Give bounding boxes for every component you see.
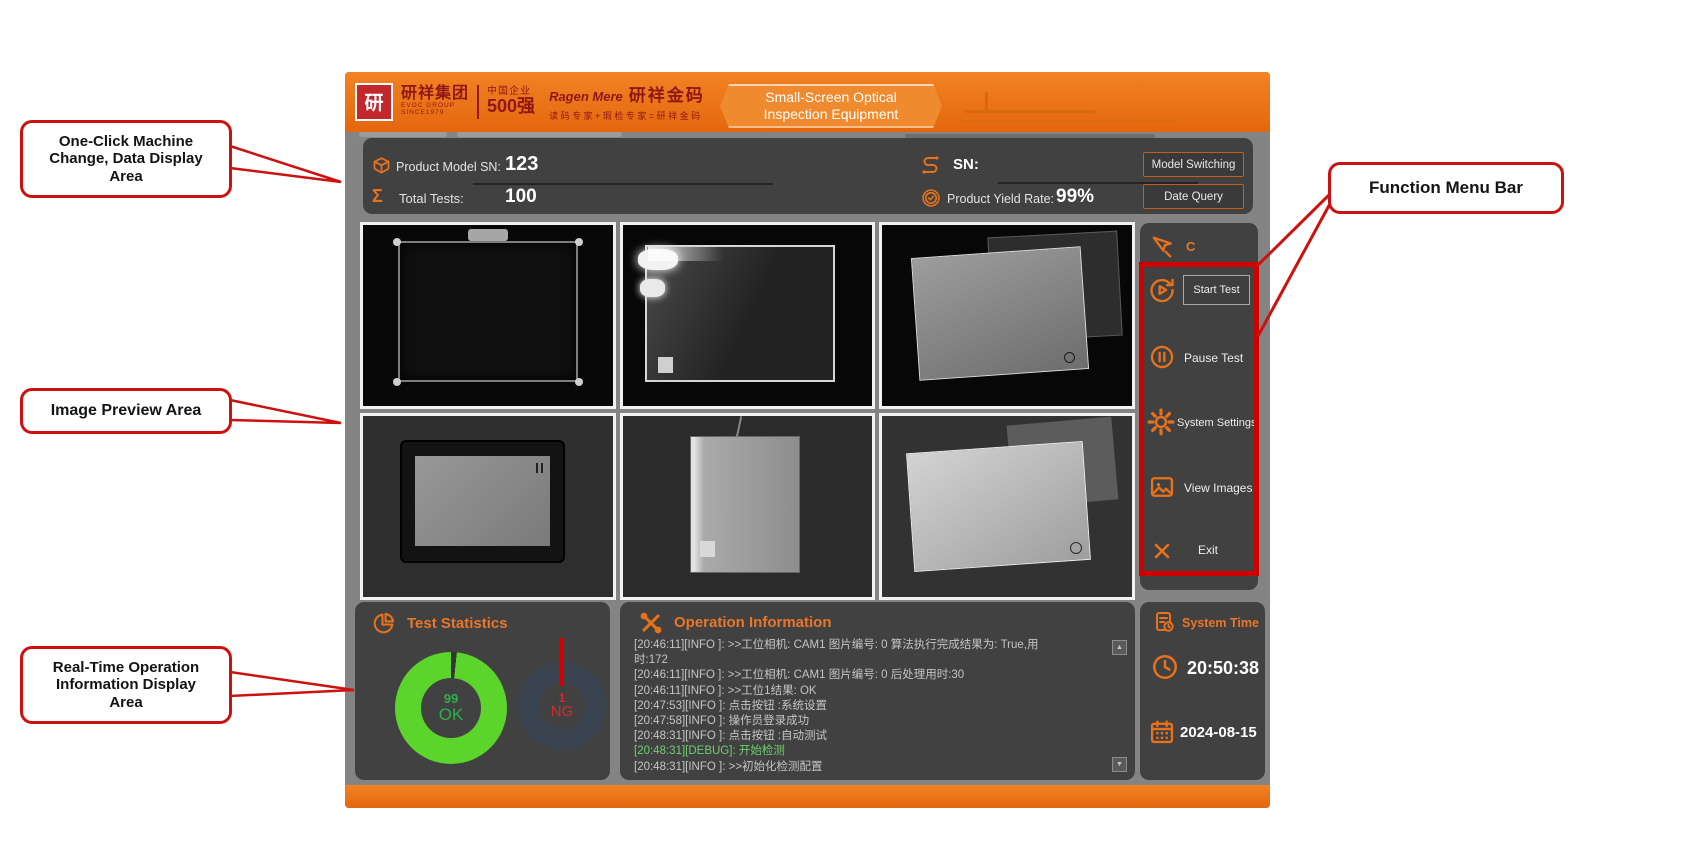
preview-image-1 (360, 222, 616, 409)
tools-icon (638, 610, 664, 636)
ok-count: 99 (444, 692, 458, 706)
ok-donut-chart: 99 OK (395, 652, 507, 764)
callout-text: Information Display (56, 676, 196, 693)
callout-text: Image Preview Area (51, 402, 202, 420)
callout-realtime-info-area: Real-Time Operation Information Display … (20, 646, 232, 724)
system-time-title: System Time (1182, 616, 1259, 630)
logo-mark-icon: 研 (355, 83, 393, 121)
log-line: [20:46:11][INFO ]: >>工位相机: CAM1 图片编号: 0 … (634, 668, 1122, 683)
menu-highlight-rectangle (1139, 262, 1259, 576)
callout-data-display-area: One-Click Machine Change, Data Display A… (20, 120, 232, 198)
pie-icon (371, 611, 396, 636)
preview-image-3 (879, 222, 1135, 409)
underline (473, 183, 773, 185)
product-model-value: 123 (505, 153, 538, 176)
sn-label: SN: (953, 156, 979, 173)
sigma-icon: Σ (372, 186, 383, 207)
model-switching-button[interactable]: Model Switching (1143, 152, 1244, 177)
data-display-panel: Product Model SN: 123 SN: Σ Total Tests:… (363, 138, 1253, 214)
callout-text: Area (109, 694, 142, 711)
clock-icon (1150, 652, 1180, 682)
total-tests-label: Total Tests: (399, 191, 464, 206)
ng-marker (560, 638, 564, 686)
logo-script-text: Ragen Mere (549, 89, 623, 104)
product-model-label: Product Model SN: (396, 160, 501, 174)
log-line: [20:47:58][INFO ]: 操作员登录成功 (634, 714, 1122, 729)
window-title-line1: Small-Screen Optical (765, 89, 897, 106)
current-time: 20:50:38 (1187, 658, 1259, 679)
circuit-decoration (359, 132, 447, 137)
callout-text: One-Click Machine (59, 133, 193, 150)
ok-label: OK (439, 706, 464, 724)
total-tests-value: 100 (505, 186, 537, 208)
callout2-tail (230, 400, 341, 423)
yield-icon (921, 188, 941, 208)
window-title-line2: Inspection Equipment (764, 106, 899, 123)
menu-header-label: C (1186, 239, 1195, 254)
logo-rank: 500强 (487, 97, 535, 116)
circuit-decoration (457, 132, 622, 137)
date-query-button[interactable]: Date Query (1143, 184, 1244, 209)
callout3-tail (230, 672, 354, 696)
preview-image-6 (879, 413, 1135, 600)
operation-information-panel: Operation Information [20:46:11][INFO ]:… (620, 602, 1135, 780)
test-statistics-panel: Test Statistics 99 OK 1 NG (355, 602, 610, 780)
log-line: [20:48:31][INFO ]: >>初始化检测配置 (634, 760, 1122, 775)
callout-image-preview-area: Image Preview Area (20, 388, 232, 434)
logo-group-name: 研祥集团 (401, 86, 469, 103)
package-icon (371, 156, 392, 177)
logo-brand-name: 研祥金码 (629, 81, 705, 106)
window-header: 研 研祥集团 EVOC GROUP SINCE1979 中国企业 500强 Ra… (345, 72, 1270, 132)
callout-text: Change, Data Display (49, 150, 202, 167)
click-icon (1148, 233, 1176, 261)
ng-label: NG (551, 704, 574, 720)
preview-image-4 (360, 413, 616, 600)
log-line: [20:46:11][INFO ]: >>工位相机: CAM1 图片编号: 0 … (634, 638, 1122, 653)
yield-label: Product Yield Rate: (947, 192, 1054, 206)
scroll-down-button[interactable]: ▼ (1112, 757, 1127, 772)
log-line: [20:48:31][DEBUG]: 开始检测 (634, 744, 1122, 759)
callout-text: Function Menu Bar (1369, 178, 1523, 198)
callout-function-menu-bar: Function Menu Bar (1328, 162, 1564, 214)
callout1-tail (230, 146, 341, 182)
header-decoration (985, 92, 988, 110)
preview-image-2 (620, 222, 876, 409)
calendar-icon (1148, 718, 1176, 746)
header-decoration (957, 120, 1177, 122)
callout-text: Area (109, 168, 142, 185)
callout-text: Real-Time Operation (53, 659, 199, 676)
company-logo: 研 研祥集团 EVOC GROUP SINCE1979 中国企业 500强 Ra… (355, 81, 705, 122)
window-title: Small-Screen Optical Inspection Equipmen… (720, 84, 942, 128)
log-line: [20:48:31][INFO ]: 点击按钮 :自动测试 (634, 729, 1122, 744)
window-footer (345, 785, 1270, 808)
app-window: 研 研祥集团 EVOC GROUP SINCE1979 中国企业 500强 Ra… (345, 72, 1270, 808)
log-line: 时:172 (634, 653, 1122, 668)
system-time-panel: System Time 20:50:38 2024-08-15 (1140, 602, 1265, 780)
image-preview-area (360, 222, 1135, 600)
log-line: [20:47:53][INFO ]: 点击按钮 :系统设置 (634, 699, 1122, 714)
log-title: Operation Information (674, 614, 832, 631)
logo-divider (477, 85, 479, 119)
route-icon (919, 154, 943, 178)
log-line: [20:46:11][INFO ]: >>工位1结果: OK (634, 684, 1122, 699)
current-date: 2024-08-15 (1180, 724, 1257, 741)
header-decoration (965, 110, 1095, 113)
logo-slogan: 读码专家+瑕检专家=研祥金码 (549, 109, 705, 122)
doc-clock-icon (1152, 610, 1176, 634)
scroll-up-button[interactable]: ▲ (1112, 640, 1127, 655)
logo-since: SINCE1979 (401, 110, 469, 117)
preview-image-5 (620, 413, 876, 600)
stats-title: Test Statistics (407, 615, 508, 632)
log-lines: [20:46:11][INFO ]: >>工位相机: CAM1 图片编号: 0 … (634, 638, 1122, 775)
yield-value: 99% (1056, 186, 1094, 208)
